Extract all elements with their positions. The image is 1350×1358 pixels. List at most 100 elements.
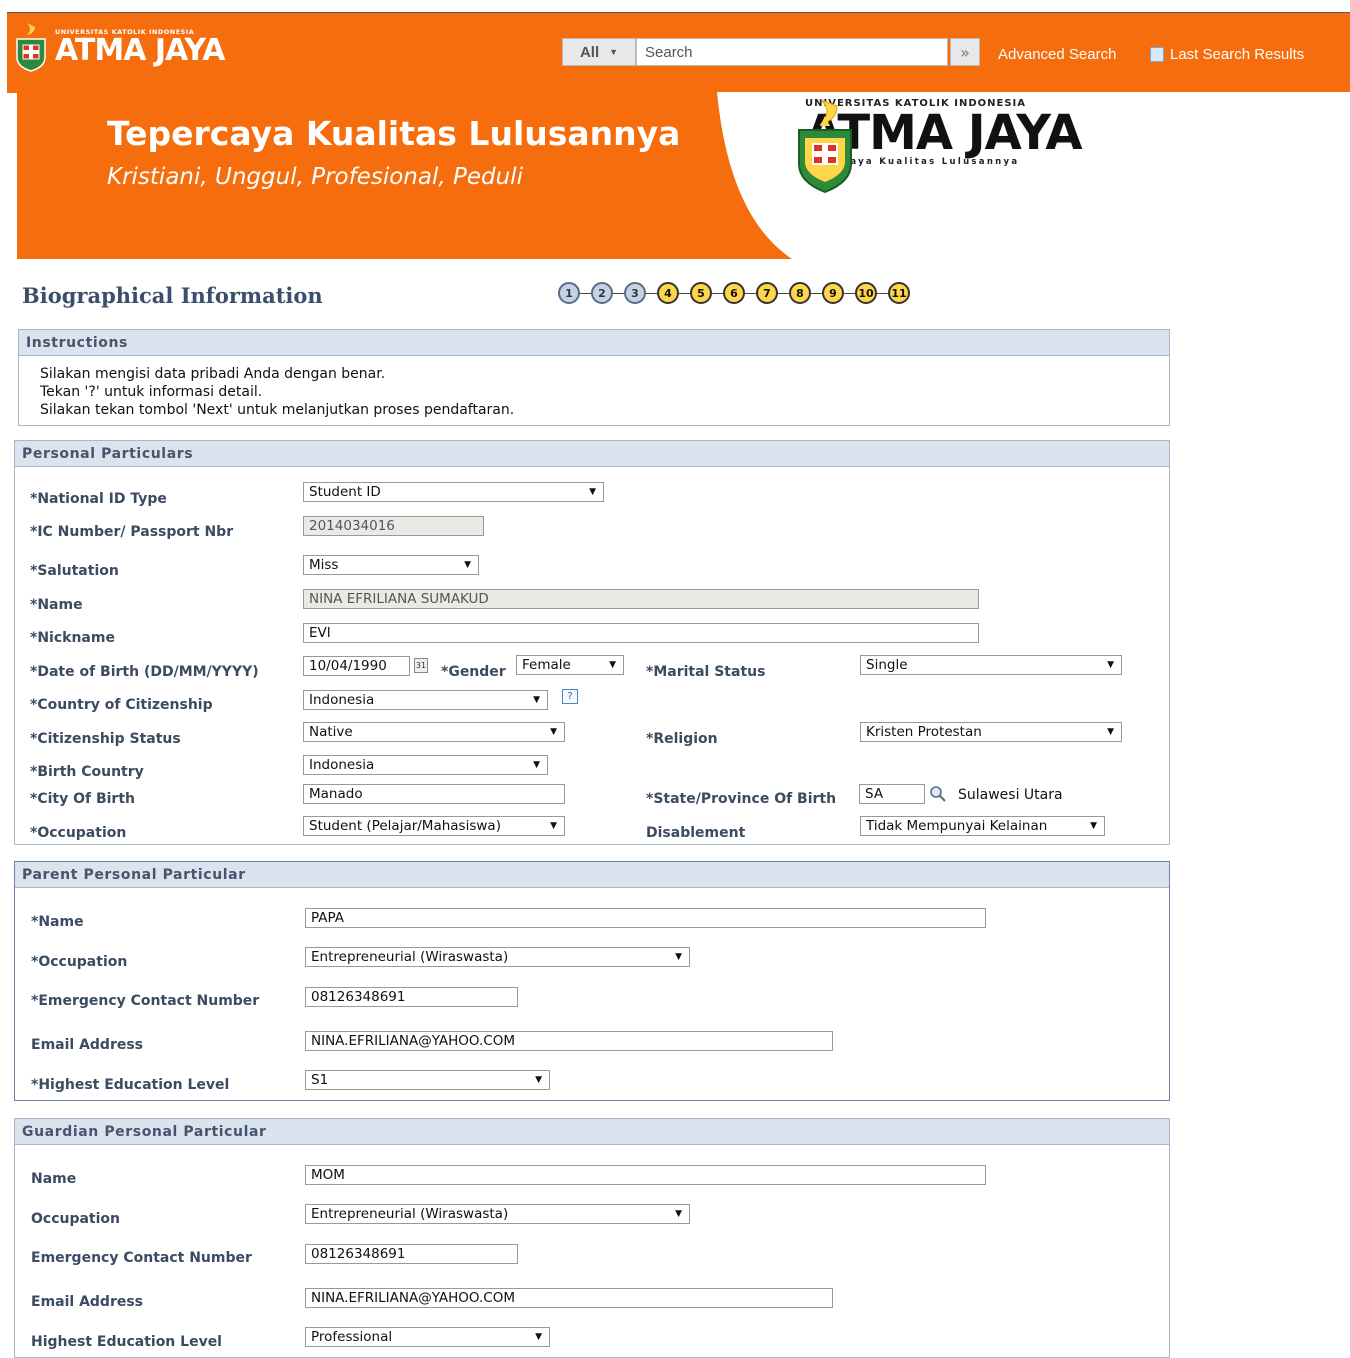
marital-status-select[interactable]: Single [860, 655, 1122, 675]
citizenship-status-label: *Citizenship Status [30, 731, 181, 747]
banner-headline: Tepercaya Kualitas Lulusannya [107, 114, 681, 153]
instruction-line: Tekan '?' untuk informasi detail. [40, 384, 263, 400]
guardian-name-label: Name [31, 1171, 77, 1187]
step-1[interactable]: 1 [558, 282, 580, 304]
parent-email-label: Email Address [31, 1037, 144, 1053]
step-connector [811, 292, 822, 294]
religion-label: *Religion [646, 731, 718, 747]
parent-particulars-title: Parent Personal Particular [15, 862, 1169, 888]
parent-education-label: *Highest Education Level [31, 1077, 230, 1093]
citizenship-country-select[interactable]: Indonesia [303, 690, 548, 710]
search-bar: All ▼ Search » [562, 38, 980, 66]
banner-logo: UNIVERSITAS KATOLIK INDONESIA ATMA JAYA … [795, 98, 1083, 194]
occupation-select[interactable]: Student (Pelajar/Mahasiswa) [303, 816, 565, 836]
last-search-results-label: Last Search Results [1170, 46, 1305, 63]
search-scope-value: All [579, 43, 600, 61]
citizenship-country-label: *Country of Citizenship [30, 697, 213, 713]
step-2[interactable]: 2 [591, 282, 613, 304]
guardian-email-input[interactable]: NINA.EFRILIANA@YAHOO.COM [305, 1288, 833, 1308]
instructions-panel: Instructions Silakan mengisi data pribad… [18, 329, 1170, 426]
step-4[interactable]: 4 [657, 282, 679, 304]
national-id-type-select[interactable]: Student ID [303, 482, 604, 502]
last-search-results-link[interactable]: Last Search Results [1150, 46, 1304, 63]
parent-occupation-select[interactable]: Entrepreneurial (Wiraswasta) [305, 947, 690, 967]
nickname-input[interactable]: EVI [303, 623, 979, 643]
salutation-select[interactable]: Miss [303, 555, 479, 575]
nickname-label: *Nickname [30, 630, 115, 646]
guardian-education-select[interactable]: Professional [305, 1327, 550, 1347]
citizenship-status-select[interactable]: Native [303, 722, 565, 742]
step-9[interactable]: 9 [822, 282, 844, 304]
guardian-education-label: Highest Education Level [31, 1334, 222, 1350]
calendar-icon[interactable]: 31 [414, 658, 428, 673]
step-8[interactable]: 8 [789, 282, 811, 304]
gender-select[interactable]: Female [516, 655, 624, 675]
parent-phone-label: *Emergency Contact Number [31, 993, 260, 1009]
last-results-icon [1150, 47, 1164, 62]
dob-input[interactable]: 10/04/1990 [303, 656, 410, 676]
step-connector [613, 292, 624, 294]
page-title: Biographical Information [22, 283, 323, 308]
guardian-occupation-select[interactable]: Entrepreneurial (Wiraswasta) [305, 1204, 690, 1224]
birth-country-select[interactable]: Indonesia [303, 755, 548, 775]
parent-email-input[interactable]: NINA.EFRILIANA@YAHOO.COM [305, 1031, 833, 1051]
step-connector [877, 292, 888, 294]
step-6[interactable]: 6 [723, 282, 745, 304]
city-of-birth-input[interactable]: Manado [303, 784, 565, 804]
disablement-select[interactable]: Tidak Mempunyai Kelainan [860, 816, 1105, 836]
parent-education-select[interactable]: S1 [305, 1070, 550, 1090]
guardian-phone-input[interactable]: 08126348691 [305, 1244, 518, 1264]
instruction-line: Silakan tekan tombol 'Next' untuk melanj… [40, 402, 515, 418]
name-field: NINA EFRILIANA SUMAKUD [303, 589, 979, 609]
step-connector [679, 292, 690, 294]
religion-select[interactable]: Kristen Protestan [860, 722, 1122, 742]
step-5[interactable]: 5 [690, 282, 712, 304]
advanced-search-link[interactable]: Advanced Search [998, 46, 1116, 63]
banner: Tepercaya Kualitas Lulusannya Kristiani,… [17, 92, 1350, 259]
step-3[interactable]: 3 [624, 282, 646, 304]
personal-particulars-title: Personal Particulars [15, 441, 1169, 467]
step-7[interactable]: 7 [756, 282, 778, 304]
university-crest-large-icon [798, 99, 852, 194]
ic-number-label: *IC Number/ Passport Nbr [30, 524, 234, 540]
national-id-type-label: *National ID Type [30, 491, 167, 507]
step-connector [580, 292, 591, 294]
university-crest-icon [16, 23, 46, 72]
search-go-icon[interactable]: » [950, 38, 980, 66]
step-11[interactable]: 11 [888, 282, 910, 304]
banner-tagline: Kristiani, Unggul, Profesional, Peduli [107, 164, 523, 190]
parent-phone-input[interactable]: 08126348691 [305, 987, 518, 1007]
step-connector [646, 292, 657, 294]
step-connector [745, 292, 756, 294]
gender-label: *Gender [441, 664, 506, 680]
salutation-label: *Salutation [30, 563, 119, 579]
guardian-phone-label: Emergency Contact Number [31, 1250, 252, 1266]
state-of-birth-label: *State/Province Of Birth [646, 791, 837, 807]
step-10[interactable]: 10 [855, 282, 877, 304]
search-scope-select[interactable]: All ▼ [562, 38, 636, 66]
dob-label: *Date of Birth (DD/MM/YYYY) [30, 664, 259, 680]
birth-country-label: *Birth Country [30, 764, 144, 780]
header-logo[interactable]: UNIVERSITAS KATOLIK INDONESIA ATMA JAYA [13, 21, 225, 73]
disablement-label: Disablement [646, 825, 746, 841]
guardian-particulars-title: Guardian Personal Particular [15, 1119, 1169, 1145]
parent-name-input[interactable]: PAPA [305, 908, 986, 928]
parent-particulars-panel: Parent Personal Particular [14, 861, 1170, 1101]
guardian-name-input[interactable]: MOM [305, 1165, 986, 1185]
step-connector [712, 292, 723, 294]
instructions-text: Silakan mengisi data pribadi Anda dengan… [19, 356, 1169, 419]
step-indicator: 1 2 3 4 5 6 7 8 9 10 11 [558, 282, 910, 304]
step-connector [778, 292, 789, 294]
help-icon[interactable]: ? [562, 689, 578, 704]
state-code-input[interactable]: SA [859, 784, 925, 804]
state-name-text: Sulawesi Utara [958, 787, 1063, 803]
ic-number-field: 2014034016 [303, 516, 484, 536]
guardian-occupation-label: Occupation [31, 1211, 121, 1227]
chevron-down-icon: ▼ [609, 47, 619, 57]
instruction-line: Silakan mengisi data pribadi Anda dengan… [40, 366, 386, 382]
name-label: *Name [30, 597, 83, 613]
header-logo-name: ATMA JAYA [55, 33, 225, 68]
step-connector [844, 292, 855, 294]
search-input[interactable]: Search [636, 38, 948, 66]
lookup-search-icon[interactable] [929, 785, 947, 803]
